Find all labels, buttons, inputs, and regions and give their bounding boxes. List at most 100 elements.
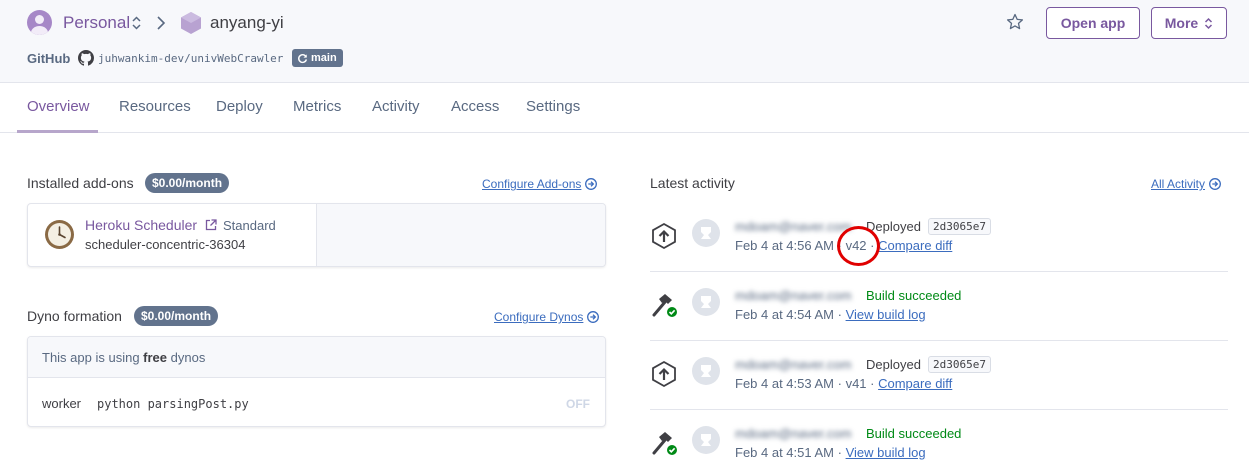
app-header: Personal anyang-yi GitHub juhwankim-dev/… [0,0,1249,83]
deploy-upload-icon [652,222,676,250]
dynos-title: Dyno formation [27,308,122,324]
user-avatar [692,219,720,247]
more-button[interactable]: More [1151,7,1227,39]
github-icon [78,50,94,66]
chevron-right-icon [157,16,166,30]
tab-settings[interactable]: Settings [526,98,580,115]
configure-dynos-label: Configure Dynos [494,310,584,324]
sync-icon [298,53,308,63]
compare-diff-link[interactable]: Compare diff [878,238,952,253]
activity-user: mdoam@naver.com [735,426,852,441]
tab-resources[interactable]: Resources [119,98,191,115]
commit-hash[interactable]: 2d3065e7 [928,356,991,373]
activity-user: mdoam@naver.com [735,357,852,372]
dyno-note-bold: free [143,350,168,365]
open-app-button[interactable]: Open app [1046,7,1140,39]
clock-icon [45,220,74,249]
activity-status: Deployed [866,357,921,372]
tab-metrics[interactable]: Metrics [293,98,341,115]
configure-addons-label: Configure Add-ons [482,177,582,191]
activity-item: mdoam@naver.com Build succeeded Feb 4 at… [650,272,1228,341]
dyno-card: This app is using free dynos worker pyth… [27,336,606,427]
user-placeholder-icon [701,227,711,239]
more-label: More [1164,15,1199,31]
user-avatar [692,426,720,454]
activity-status: Build succeeded [866,288,962,303]
updown-chevron-icon [1205,17,1213,29]
user-placeholder-icon [701,434,711,446]
activity-time: Feb 4 at 4:51 AM [735,445,835,460]
meta-separator: · [866,376,879,391]
active-tab-indicator [17,130,98,133]
tab-access[interactable]: Access [451,98,499,115]
tab-overview[interactable]: Overview [27,98,90,115]
addon-card-aside [316,204,605,266]
star-icon[interactable] [1006,13,1024,31]
dyno-note-prefix: This app is using [42,350,144,365]
activity-time: Feb 4 at 4:53 AM [735,376,835,391]
dyno-command: python parsingPost.py [97,397,249,411]
activity-status: Build succeeded [866,426,962,441]
release-version: v41 [845,376,867,391]
configure-dynos-link[interactable]: Configure Dynos [494,310,600,324]
configure-addons-link[interactable]: Configure Add-ons [482,177,598,191]
app-name: anyang-yi [210,13,284,32]
user-placeholder-icon [701,365,711,377]
all-activity-link[interactable]: All Activity [1151,177,1221,191]
dyno-note-bar: This app is using free dynos [28,337,605,378]
app-hexagon-icon [181,12,201,34]
activity-user: mdoam@naver.com [735,288,852,303]
external-link-icon[interactable] [205,219,217,231]
view-build-log-link[interactable]: View build log [846,307,926,322]
github-repo-link[interactable]: juhwankim-dev/univWebCrawler [98,52,283,65]
user-avatar [692,288,720,316]
activity-time: Feb 4 at 4:54 AM [735,307,835,322]
branch-name: main [311,52,337,64]
activity-item: mdoam@naver.com Deployed 2d3065e7 Feb 4 … [650,341,1228,410]
activity-item: mdoam@naver.com Deployed 2d3065e7 Feb 4 … [650,203,1228,272]
arrow-circle-right-icon [585,178,598,190]
arrow-circle-right-icon [1209,178,1221,190]
activity-item: mdoam@naver.com Build succeeded Feb 4 at… [650,410,1228,467]
activity-meta: Feb 4 at 4:51 AM · View build log [735,445,926,460]
addons-price-badge: $0.00/month [145,173,230,193]
user-avatar [692,357,720,385]
github-label: GitHub [27,51,71,66]
team-avatar [27,10,52,35]
deploy-upload-icon [652,360,676,388]
activity-meta: Feb 4 at 4:53 AM · v41 · Compare diff [735,376,952,391]
build-hammer-icon [652,294,677,317]
tab-activity[interactable]: Activity [372,98,420,115]
addon-name-link[interactable]: Heroku Scheduler [85,217,197,233]
activity-user: mdoam@naver.com [735,219,852,234]
compare-diff-link[interactable]: Compare diff [878,376,952,391]
team-switcher[interactable]: Personal [63,13,130,33]
meta-separator: · [834,445,846,460]
branch-badge: main [292,49,343,67]
updown-chevron-icon[interactable] [131,15,142,31]
addons-title: Installed add-ons [27,175,134,191]
dyno-status: OFF [566,397,590,411]
dyno-note-suffix: dynos [167,350,206,365]
dyno-note: This app is using free dynos [42,350,205,365]
dynos-price-badge: $0.00/month [134,306,219,326]
annotation-highlight-circle [837,226,880,266]
build-hammer-icon [652,432,677,455]
user-placeholder-icon [701,296,711,308]
all-activity-label: All Activity [1151,177,1206,191]
addon-instance: scheduler-concentric-36304 [85,237,246,252]
arrow-circle-right-icon [587,311,600,323]
open-app-label: Open app [1060,15,1126,31]
addon-plan: Standard [223,218,276,233]
tab-deploy[interactable]: Deploy [216,98,263,115]
dyno-type: worker [42,396,82,411]
activity-title: Latest activity [650,175,735,191]
commit-hash[interactable]: 2d3065e7 [928,218,991,235]
meta-separator: · [834,376,846,391]
activity-meta: Feb 4 at 4:54 AM · View build log [735,307,926,322]
app-tabs: Overview Resources Deploy Metrics Activi… [0,83,1249,133]
view-build-log-link[interactable]: View build log [846,445,926,460]
meta-separator: · [834,307,846,322]
addon-card: Heroku Scheduler Standard scheduler-conc… [27,203,606,267]
activity-time: Feb 4 at 4:56 AM [735,238,835,253]
